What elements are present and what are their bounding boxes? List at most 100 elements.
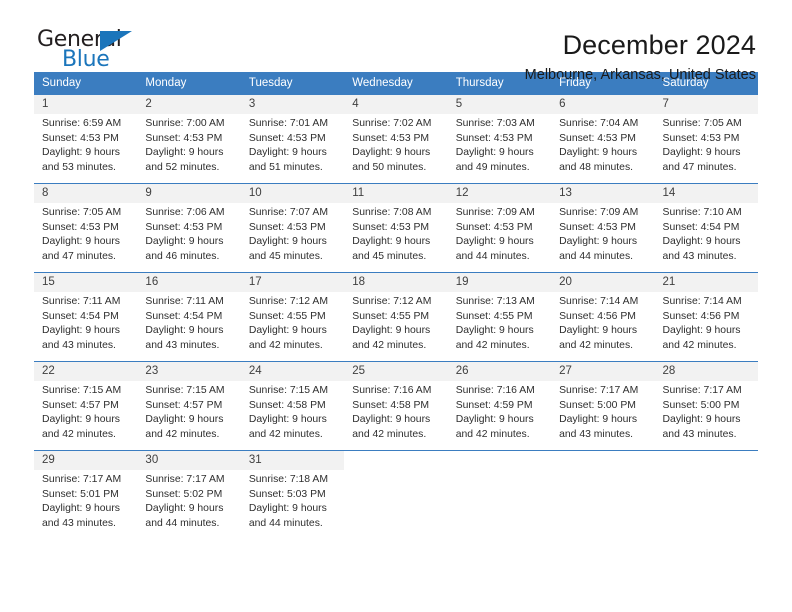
daylight-duration-line2: and 42 minutes. [248, 339, 323, 351]
day-details: Sunrise: 7:10 AM Sunset: 4:54 PM Daylight:… [655, 203, 758, 264]
calendar-day-cell[interactable]: 9 Sunrise: 7:06 AM Sunset: 4:53 PM Daylight… [137, 183, 241, 273]
day-number: 19 [447, 273, 552, 292]
daylight-duration-line2: and 44 minutes. [455, 250, 530, 262]
day-cell-inner: 13 Sunrise: 7:09 AM Sunset: 4:53 PM Dayligh… [551, 184, 655, 272]
calendar-day-cell[interactable]: 5 Sunrise: 7:03 AM Sunset: 4:53 PM Daylight… [447, 94, 552, 184]
calendar-day-cell[interactable]: 3 Sunrise: 7:01 AM Sunset: 4:53 PM Daylight… [240, 94, 345, 184]
day-details: Sunrise: 7:15 AM Sunset: 4:57 PM Daylight:… [137, 381, 240, 442]
daylight-duration-line1: Daylight: 9 hours [145, 503, 224, 515]
calendar-day-cell[interactable]: 28 Sunrise: 7:17 AM Sunset: 5:00 PM Dayligh… [654, 361, 758, 451]
general-blue-logo[interactable]: General Blue [34, 28, 154, 74]
day-number: 25 [344, 362, 448, 381]
calendar-day-cell-empty [344, 450, 448, 545]
calendar-day-cell[interactable]: 26 Sunrise: 7:16 AM Sunset: 4:59 PM Dayligh… [447, 361, 552, 451]
sunrise-time: Sunrise: 7:04 AM [559, 118, 639, 129]
sunrise-time: Sunrise: 7:06 AM [145, 207, 225, 218]
day-number: 30 [137, 451, 241, 470]
sunset-time: Sunset: 4:53 PM [662, 132, 740, 144]
day-number: 22 [34, 362, 138, 381]
calendar-day-cell[interactable]: 22 Sunrise: 7:15 AM Sunset: 4:57 PM Dayligh… [34, 361, 138, 451]
day-cell-inner: 29 Sunrise: 7:17 AM Sunset: 5:01 PM Dayligh… [34, 451, 138, 545]
day-cell-inner: 16 Sunrise: 7:11 AM Sunset: 4:54 PM Dayligh… [137, 273, 241, 361]
daylight-duration-line2: and 47 minutes. [42, 250, 116, 262]
calendar-day-cell[interactable]: 8 Sunrise: 7:05 AM Sunset: 4:53 PM Daylight… [34, 183, 138, 273]
calendar-day-cell[interactable]: 10 Sunrise: 7:07 AM Sunset: 4:53 PM Dayligh… [240, 183, 345, 273]
day-details: Sunrise: 7:11 AM Sunset: 4:54 PM Daylight:… [34, 292, 137, 353]
day-details: Sunrise: 7:12 AM Sunset: 4:55 PM Daylight:… [344, 292, 447, 353]
calendar-day-cell[interactable]: 1 Sunrise: 6:59 AM Sunset: 4:53 PM Daylight… [34, 94, 138, 184]
day-number: 8 [34, 184, 138, 203]
daylight-duration-line1: Daylight: 9 hours [455, 325, 534, 337]
calendar-day-cell[interactable]: 6 Sunrise: 7:04 AM Sunset: 4:53 PM Daylight… [551, 94, 655, 184]
calendar-day-cell[interactable]: 30 Sunrise: 7:17 AM Sunset: 5:02 PM Dayligh… [137, 450, 241, 545]
daylight-duration-line1: Daylight: 9 hours [42, 414, 120, 426]
calendar-day-cell[interactable]: 20 Sunrise: 7:14 AM Sunset: 4:56 PM Dayligh… [551, 272, 655, 362]
calendar-week-row: 8 Sunrise: 7:05 AM Sunset: 4:53 PM Daylight… [34, 183, 758, 273]
calendar-day-cell[interactable]: 23 Sunrise: 7:15 AM Sunset: 4:57 PM Dayligh… [137, 361, 241, 451]
day-details: Sunrise: 7:09 AM Sunset: 4:53 PM Daylight:… [551, 203, 654, 264]
calendar-day-cell[interactable]: 16 Sunrise: 7:11 AM Sunset: 4:54 PM Dayligh… [137, 272, 241, 362]
weekday-header-wednesday: Wednesday [344, 72, 448, 95]
day-number: 29 [34, 451, 138, 470]
daylight-duration-line1: Daylight: 9 hours [248, 414, 327, 426]
daylight-duration-line2: and 45 minutes. [352, 250, 427, 262]
day-details: Sunrise: 7:17 AM Sunset: 5:01 PM Daylight:… [34, 470, 137, 531]
calendar-day-cell[interactable]: 2 Sunrise: 7:00 AM Sunset: 4:53 PM Daylight… [137, 94, 241, 184]
day-details: Sunrise: 7:07 AM Sunset: 4:53 PM Daylight:… [241, 203, 344, 264]
calendar-day-cell[interactable]: 14 Sunrise: 7:10 AM Sunset: 4:54 PM Dayligh… [654, 183, 758, 273]
calendar-day-cell[interactable]: 31 Sunrise: 7:18 AM Sunset: 5:03 PM Dayligh… [240, 450, 345, 545]
day-cell-inner: 27 Sunrise: 7:17 AM Sunset: 5:00 PM Dayligh… [551, 362, 655, 450]
daylight-duration-line2: and 48 minutes. [559, 161, 634, 173]
calendar-day-cell[interactable]: 11 Sunrise: 7:08 AM Sunset: 4:53 PM Dayligh… [344, 183, 448, 273]
calendar-day-cell[interactable]: 21 Sunrise: 7:14 AM Sunset: 4:56 PM Dayligh… [654, 272, 758, 362]
day-details: Sunrise: 7:12 AM Sunset: 4:55 PM Daylight:… [241, 292, 344, 353]
daylight-duration-line2: and 42 minutes. [455, 339, 530, 351]
calendar-day-cell[interactable]: 24 Sunrise: 7:15 AM Sunset: 4:58 PM Dayligh… [240, 361, 345, 451]
sunset-time: Sunset: 4:53 PM [352, 221, 430, 233]
calendar-day-cell[interactable]: 4 Sunrise: 7:02 AM Sunset: 4:53 PM Daylight… [344, 94, 448, 184]
sunrise-time: Sunrise: 7:02 AM [352, 118, 432, 129]
day-number: 9 [137, 184, 241, 203]
sunrise-time: Sunrise: 7:01 AM [248, 118, 328, 129]
sunset-time: Sunset: 4:53 PM [248, 221, 326, 233]
day-number: 23 [137, 362, 241, 381]
day-cell-inner: 10 Sunrise: 7:07 AM Sunset: 4:53 PM Dayligh… [240, 184, 345, 272]
calendar-day-cell[interactable]: 27 Sunrise: 7:17 AM Sunset: 5:00 PM Dayligh… [551, 361, 655, 451]
sunset-time: Sunset: 5:01 PM [42, 488, 119, 500]
day-cell-inner: 18 Sunrise: 7:12 AM Sunset: 4:55 PM Dayligh… [344, 273, 448, 361]
day-details: Sunrise: 7:14 AM Sunset: 4:56 PM Daylight:… [551, 292, 654, 353]
sunset-time: Sunset: 4:53 PM [559, 132, 636, 144]
day-number: 7 [654, 95, 758, 114]
sunset-time: Sunset: 4:53 PM [42, 132, 119, 144]
daylight-duration-line1: Daylight: 9 hours [455, 147, 534, 159]
calendar-day-cell[interactable]: 29 Sunrise: 7:17 AM Sunset: 5:01 PM Dayligh… [34, 450, 138, 545]
sunrise-time: Sunrise: 7:05 AM [662, 118, 742, 129]
daylight-duration-line1: Daylight: 9 hours [42, 147, 120, 159]
daylight-duration-line2: and 43 minutes. [42, 517, 116, 529]
day-details: Sunrise: 7:05 AM Sunset: 4:53 PM Daylight:… [655, 114, 758, 175]
page-title: December 2024 [562, 30, 756, 60]
day-cell-inner [551, 451, 654, 545]
calendar-day-cell[interactable]: 18 Sunrise: 7:12 AM Sunset: 4:55 PM Dayligh… [344, 272, 448, 362]
calendar-day-cell[interactable]: 17 Sunrise: 7:12 AM Sunset: 4:55 PM Dayligh… [240, 272, 345, 362]
calendar-day-cell[interactable]: 19 Sunrise: 7:13 AM Sunset: 4:55 PM Dayligh… [447, 272, 552, 362]
daylight-duration-line2: and 42 minutes. [352, 428, 427, 440]
calendar-day-cell[interactable]: 15 Sunrise: 7:11 AM Sunset: 4:54 PM Dayligh… [34, 272, 138, 362]
day-cell-inner: 30 Sunrise: 7:17 AM Sunset: 5:02 PM Dayligh… [137, 451, 241, 545]
calendar-day-cell[interactable]: 25 Sunrise: 7:16 AM Sunset: 4:58 PM Dayligh… [344, 361, 448, 451]
calendar-day-cell[interactable]: 7 Sunrise: 7:05 AM Sunset: 4:53 PM Daylight… [654, 94, 758, 184]
daylight-duration-line2: and 50 minutes. [352, 161, 427, 173]
sunset-time: Sunset: 4:53 PM [145, 221, 223, 233]
calendar-day-cell[interactable]: 13 Sunrise: 7:09 AM Sunset: 4:53 PM Dayligh… [551, 183, 655, 273]
day-details [551, 470, 654, 473]
day-details: Sunrise: 7:03 AM Sunset: 4:53 PM Daylight:… [448, 114, 551, 175]
calendar-day-cell[interactable]: 12 Sunrise: 7:09 AM Sunset: 4:53 PM Dayligh… [447, 183, 552, 273]
daylight-duration-line1: Daylight: 9 hours [559, 414, 638, 426]
weekday-header-tuesday: Tuesday [240, 72, 345, 95]
daylight-duration-line2: and 42 minutes. [248, 428, 323, 440]
daylight-duration-line1: Daylight: 9 hours [559, 236, 638, 248]
sunrise-time: Sunrise: 7:11 AM [145, 296, 224, 307]
day-number: 6 [551, 95, 655, 114]
daylight-duration-line1: Daylight: 9 hours [352, 236, 431, 248]
day-details [448, 470, 551, 473]
